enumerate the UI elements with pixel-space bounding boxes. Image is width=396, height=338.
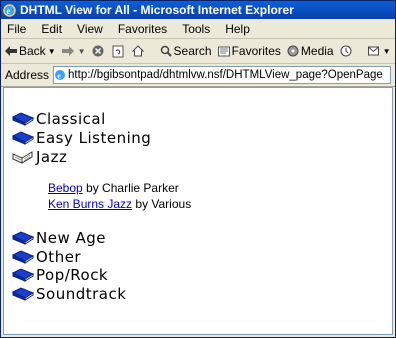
open-book-icon bbox=[12, 151, 33, 164]
browser-window: e DHTML View for All - Microsoft Interne… bbox=[0, 0, 396, 338]
window-title: DHTML View for All - Microsoft Internet … bbox=[20, 3, 294, 17]
mail-icon bbox=[367, 46, 379, 56]
category-label: New Age bbox=[36, 229, 106, 247]
favorites-label: Favorites bbox=[231, 44, 281, 58]
svg-text:e: e bbox=[57, 72, 61, 81]
address-input[interactable]: e http://bgibsontpad/dhtmlvw.nsf/DHTMLVi… bbox=[53, 66, 391, 84]
favorites-icon bbox=[217, 46, 230, 56]
menu-file[interactable]: File bbox=[7, 22, 26, 36]
svg-text:e: e bbox=[7, 6, 11, 16]
stop-button[interactable] bbox=[92, 45, 106, 57]
forward-dropdown-icon[interactable]: ▼ bbox=[78, 47, 86, 56]
history-icon bbox=[340, 45, 352, 57]
forward-button[interactable]: ▼ bbox=[61, 46, 86, 56]
search-icon bbox=[160, 45, 172, 57]
category-label: Jazz bbox=[36, 148, 68, 166]
category-new-age[interactable]: New Age bbox=[12, 229, 106, 247]
address-label: Address bbox=[5, 68, 50, 82]
closed-book-icon bbox=[12, 287, 34, 301]
menu-favorites[interactable]: Favorites bbox=[118, 22, 167, 36]
menu-view[interactable]: View bbox=[77, 22, 103, 36]
ie-icon: e bbox=[3, 3, 16, 17]
menu-tools[interactable]: Tools bbox=[182, 22, 210, 36]
page-content: Classical Easy Listening Jazz Bebop by C… bbox=[3, 87, 393, 335]
back-dropdown-icon[interactable]: ▼ bbox=[48, 47, 56, 56]
category-soundtrack[interactable]: Soundtrack bbox=[12, 285, 126, 303]
category-other[interactable]: Other bbox=[12, 248, 81, 266]
category-label: Classical bbox=[36, 110, 106, 128]
category-jazz[interactable]: Jazz bbox=[12, 148, 67, 166]
search-label: Search bbox=[173, 44, 212, 58]
category-label: Pop/Rock bbox=[36, 266, 109, 284]
menu-edit[interactable]: Edit bbox=[41, 22, 62, 36]
forward-arrow-icon bbox=[61, 46, 74, 56]
back-label: Back bbox=[19, 44, 46, 58]
category-label: Other bbox=[36, 248, 82, 266]
address-url: http://bgibsontpad/dhtmlvw.nsf/DHTMLView… bbox=[68, 69, 383, 81]
closed-book-icon bbox=[12, 112, 34, 126]
stop-icon bbox=[92, 45, 104, 57]
media-button[interactable]: Media bbox=[287, 44, 334, 58]
closed-book-icon bbox=[12, 131, 34, 145]
refresh-icon bbox=[112, 45, 124, 57]
page-icon: e bbox=[55, 70, 66, 81]
menu-bar: File Edit View Favorites Tools Help bbox=[1, 19, 395, 39]
document-link-bebop[interactable]: Bebop bbox=[48, 181, 83, 195]
history-button[interactable] bbox=[340, 45, 354, 57]
back-button[interactable]: Back ▼ bbox=[5, 44, 56, 58]
title-bar: e DHTML View for All - Microsoft Interne… bbox=[1, 1, 395, 19]
document-row: Ken Burns Jazz by Various bbox=[48, 197, 191, 211]
category-pop-rock[interactable]: Pop/Rock bbox=[12, 266, 108, 284]
document-author: by Various bbox=[135, 197, 192, 211]
search-button[interactable]: Search bbox=[160, 44, 212, 58]
closed-book-icon bbox=[12, 231, 34, 245]
category-label: Easy Listening bbox=[36, 129, 152, 147]
category-easy-listening[interactable]: Easy Listening bbox=[12, 129, 151, 147]
address-bar: Address e http://bgibsontpad/dhtmlvw.nsf… bbox=[1, 64, 395, 87]
menu-help[interactable]: Help bbox=[225, 22, 250, 36]
toolbar: Back ▼ ▼ Search Favorites Media ▼ bbox=[1, 39, 395, 64]
media-icon bbox=[287, 45, 299, 57]
document-row: Bebop by Charlie Parker bbox=[48, 181, 179, 195]
closed-book-icon bbox=[12, 250, 34, 264]
document-link-ken-burns-jazz[interactable]: Ken Burns Jazz bbox=[48, 197, 132, 211]
home-icon bbox=[131, 45, 144, 57]
media-label: Media bbox=[300, 44, 334, 58]
category-label: Soundtrack bbox=[36, 285, 127, 303]
closed-book-icon bbox=[12, 268, 34, 282]
home-button[interactable] bbox=[131, 45, 146, 57]
document-author: by Charlie Parker bbox=[86, 181, 179, 195]
category-classical[interactable]: Classical bbox=[12, 110, 106, 128]
mail-dropdown-icon[interactable]: ▼ bbox=[383, 47, 391, 56]
back-arrow-icon bbox=[5, 46, 17, 56]
favorites-button[interactable]: Favorites bbox=[217, 44, 281, 58]
refresh-button[interactable] bbox=[112, 45, 126, 58]
mail-button[interactable]: ▼ bbox=[367, 45, 391, 57]
